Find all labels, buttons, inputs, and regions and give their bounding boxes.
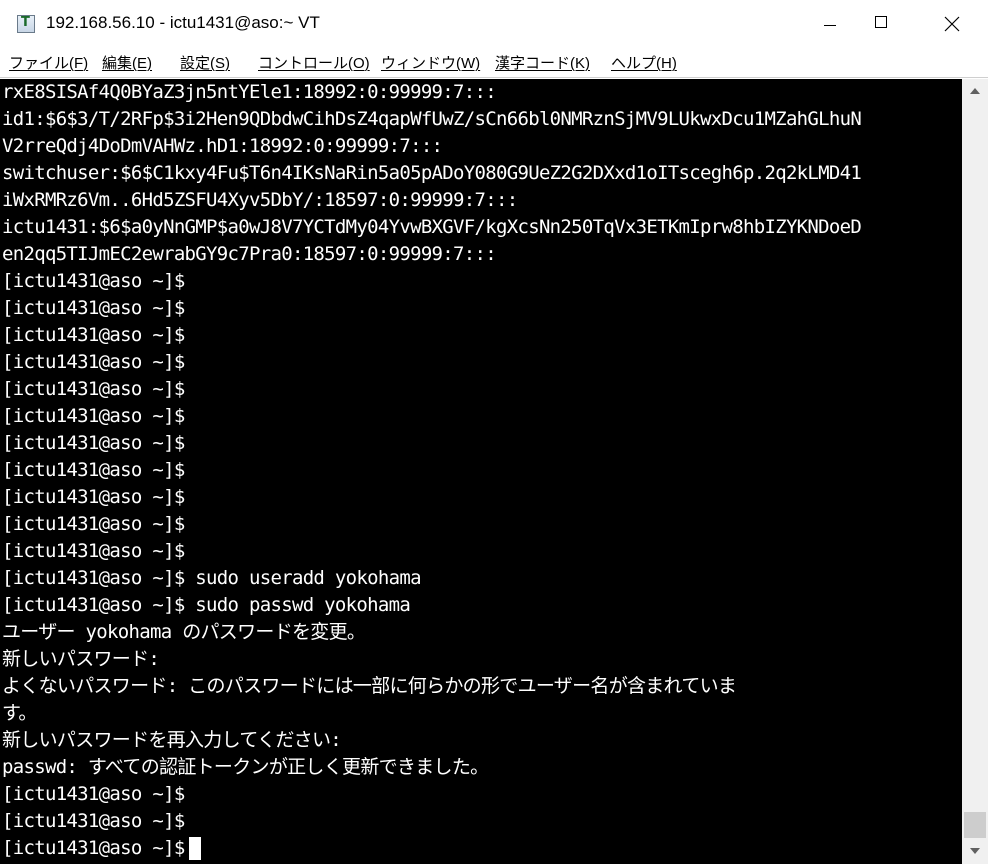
scroll-down-arrow-icon[interactable] — [962, 838, 988, 864]
terminal-prompt-line: [ictu1431@aso ~]$ — [2, 405, 185, 427]
prompt-text: [ictu1431@aso ~]$ — [2, 837, 185, 859]
text-cursor — [188, 837, 201, 860]
menu-control[interactable]: コントロール(O) — [258, 52, 370, 73]
terminal-output-line: passwd: すべての認証トークンが正しく更新できました。 — [2, 756, 489, 778]
terminal-prompt-line: [ictu1431@aso ~]$ — [2, 486, 185, 508]
close-icon — [944, 16, 960, 32]
terminal-window: T 192.168.56.10 - ictu1431@aso:~ VT ファイル… — [0, 0, 988, 864]
terminal-line: rxE8SISAf4Q0BYaZ3jn5ntYEle1:18992:0:9999… — [2, 81, 497, 103]
terminal-prompt-line: [ictu1431@aso ~]$ — [2, 351, 185, 373]
maximize-button[interactable] — [857, 0, 919, 48]
terminal-prompt-line: [ictu1431@aso ~]$ — [2, 540, 185, 562]
terminal-output-line: よくないパスワード: このパスワードには一部に何らかの形でユーザー名が含まれてい… — [2, 675, 737, 697]
terminal-line: V2rreQdj4DoDmVAHWz.hD1:18992:0:99999:7::… — [2, 135, 443, 157]
terminal-prompt-line: [ictu1431@aso ~]$ — [2, 432, 185, 454]
terminal-prompt-line: [ictu1431@aso ~]$ — [2, 513, 185, 535]
terminal-line: iWxRMRz6Vm..6Hd5ZSFU4Xyv5DbY/:18597:0:99… — [2, 189, 518, 211]
app-icon-letter: T — [21, 15, 30, 30]
menu-edit[interactable]: 編集(E) — [102, 52, 152, 73]
terminal-screen[interactable]: rxE8SISAf4Q0BYaZ3jn5ntYEle1:18992:0:9999… — [0, 79, 962, 864]
terminal-output-line: 新しいパスワードを再入力してください: — [2, 729, 342, 751]
terminal-output-line: 新しいパスワード: — [2, 648, 160, 670]
terminal-line: ictu1431:$6$a0yNnGMP$a0wJ8V7YCTdMy04YvwB… — [2, 216, 862, 238]
menu-window[interactable]: ウィンドウ(W) — [381, 52, 480, 73]
menu-bar: ファイル(F) 編集(E) 設定(S) コントロール(O) ウィンドウ(W) 漢… — [0, 48, 988, 78]
terminal-output-line: [ictu1431@aso ~]$ — [2, 783, 185, 805]
terminal-prompt-line: [ictu1431@aso ~]$ — [2, 297, 185, 319]
terminal-prompt-line: [ictu1431@aso ~]$ — [2, 324, 185, 346]
scrollbar-thumb[interactable] — [964, 812, 986, 838]
menu-kanji-code[interactable]: 漢字コード(K) — [495, 52, 590, 73]
terminal-prompt-line: [ictu1431@aso ~]$ sudo useradd yokohama — [2, 567, 422, 589]
title-bar[interactable]: T 192.168.56.10 - ictu1431@aso:~ VT — [0, 0, 988, 48]
minimize-button[interactable] — [798, 0, 860, 48]
terminal-command-line: [ictu1431@aso ~]$ sudo passwd yokohama — [2, 594, 411, 616]
terminal-prompt-line: [ictu1431@aso ~]$ — [2, 270, 185, 292]
terminal-line: switchuser:$6$C1kxy4Fu$T6n4IKsNaRin5a05p… — [2, 162, 862, 184]
scroll-up-arrow-icon[interactable] — [962, 79, 988, 105]
terminal-line: id1:$6$3/T/2RFp$3i2Hen9QDbdwCihDsZ4qapWf… — [2, 108, 862, 130]
terminal-prompt-line: [ictu1431@aso ~]$ — [2, 459, 185, 481]
close-button[interactable] — [922, 0, 984, 48]
terminal-prompt-line: [ictu1431@aso ~]$ — [2, 810, 185, 832]
terminal-line: en2qq5TIJmEC2ewrabGY9c7Pra0:18597:0:9999… — [2, 243, 497, 265]
menu-file[interactable]: ファイル(F) — [9, 52, 88, 73]
terminal-output-line: す。 — [2, 702, 37, 724]
teraterm-app-icon[interactable]: T — [17, 15, 35, 33]
menu-setup[interactable]: 設定(S) — [180, 52, 230, 73]
vertical-scrollbar[interactable] — [962, 79, 988, 864]
terminal-command-line: ユーザー yokohama のパスワードを変更。 — [2, 621, 366, 643]
window-title: 192.168.56.10 - ictu1431@aso:~ VT — [46, 13, 320, 32]
terminal-prompt-line: [ictu1431@aso ~]$ — [2, 378, 185, 400]
menu-help[interactable]: ヘルプ(H) — [611, 52, 677, 73]
terminal-current-prompt[interactable]: [ictu1431@aso ~]$ — [2, 835, 201, 862]
